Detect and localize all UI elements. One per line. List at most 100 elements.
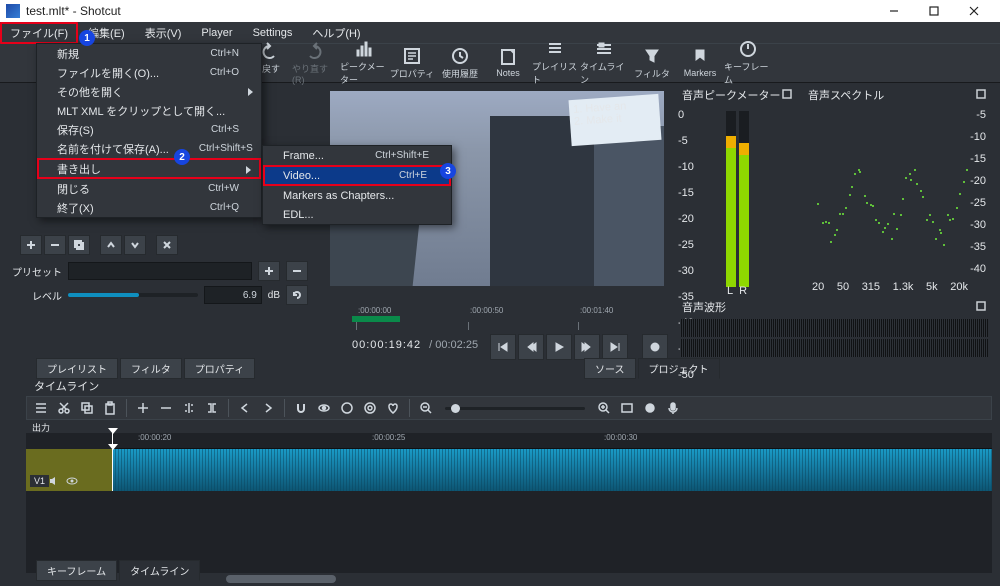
marker-button[interactable]: Markers [676, 43, 724, 83]
filter-button[interactable]: フィルタ [628, 43, 676, 83]
close-icon[interactable] [782, 89, 792, 102]
notes-button[interactable]: Notes [484, 43, 532, 83]
close-icon[interactable] [976, 89, 986, 102]
menu-item[interactable]: 名前を付けて保存(A)...Ctrl+Shift+S [37, 139, 261, 158]
copy-button[interactable] [68, 235, 90, 255]
track-header[interactable]: V1 [26, 449, 112, 491]
circ2-tool[interactable] [360, 398, 380, 418]
zout-tool[interactable] [416, 398, 436, 418]
preview-ruler[interactable]: :00:00:00 :00:00:50 :00:01:40 [352, 306, 672, 330]
menu-tool[interactable] [31, 398, 51, 418]
timeline-toolbar [26, 396, 992, 420]
level-reset-button[interactable] [286, 285, 308, 305]
close-icon[interactable] [976, 301, 986, 314]
menubar: ファイル(F) 編集(E) 表示(V) Player Settings ヘルプ(… [0, 22, 1000, 43]
loop-button[interactable] [642, 334, 668, 360]
level-slider[interactable] [68, 293, 198, 297]
menu-item[interactable]: 書き出し [37, 158, 261, 179]
app-icon [6, 4, 20, 18]
skip-start-button[interactable] [490, 334, 516, 360]
callout-3: 3 [440, 163, 456, 179]
menu-view[interactable]: 表示(V) [135, 22, 192, 44]
zfit-tool[interactable] [617, 398, 637, 418]
timeline-button[interactable]: タイムライン [580, 43, 628, 83]
menu-item[interactable]: 保存(S)Ctrl+S [37, 120, 261, 139]
menu-item[interactable]: Video...Ctrl+E [263, 165, 451, 186]
prev-frame-button[interactable] [518, 334, 544, 360]
timeline-ruler[interactable]: :00:00:20 :00:00:25 :00:00:30 [112, 433, 992, 449]
waveform-panel: 音声波形 [676, 297, 992, 355]
menu-settings[interactable]: Settings [243, 24, 303, 42]
menu-item[interactable]: ファイルを開く(O)...Ctrl+O [37, 63, 261, 82]
merge-tool[interactable] [202, 398, 222, 418]
circ-tool[interactable] [337, 398, 357, 418]
magnet-tool[interactable] [291, 398, 311, 418]
menu-item[interactable]: Markers as Chapters... [263, 186, 451, 205]
timecode-display: 00:00:19:42 / 00:02:25 [352, 339, 478, 351]
callout-1: 1 [79, 30, 95, 46]
down-button[interactable] [124, 235, 146, 255]
next-frame-button[interactable] [574, 334, 600, 360]
timeline-panel: タイムライン 出力 :00:00:20 :00:00:25 :00:00:30 … [26, 376, 992, 586]
remove-button[interactable] [44, 235, 66, 255]
timeline-track: V1 [26, 449, 992, 491]
level-value[interactable]: 6.9 [204, 286, 262, 304]
prev-tool[interactable] [235, 398, 255, 418]
titlebar: test.mlt* - Shotcut [0, 0, 1000, 22]
window-title: test.mlt* - Shotcut [26, 4, 874, 18]
zin-tool[interactable] [594, 398, 614, 418]
callout-2: 2 [174, 149, 190, 165]
redo-button[interactable]: やり直す(R) [292, 43, 340, 83]
menu-item[interactable]: EDL... [263, 205, 451, 224]
next-tool[interactable] [258, 398, 278, 418]
up-button[interactable] [100, 235, 122, 255]
waveform-r [680, 339, 988, 357]
deselect-button[interactable] [156, 235, 178, 255]
keyframe-button[interactable]: キーフレーム [724, 43, 772, 83]
play-button[interactable] [546, 334, 572, 360]
menu-player[interactable]: Player [191, 24, 242, 42]
split-tool[interactable] [179, 398, 199, 418]
plus-tool[interactable] [133, 398, 153, 418]
clip-area[interactable] [112, 449, 992, 491]
playlist-button[interactable]: プレイリスト [532, 43, 580, 83]
menu-file[interactable]: ファイル(F) [0, 22, 78, 44]
zoom-slider[interactable] [445, 407, 585, 410]
mute-icon[interactable] [48, 475, 60, 487]
paste-tool[interactable] [100, 398, 120, 418]
heart-tool[interactable] [383, 398, 403, 418]
cut-tool[interactable] [54, 398, 74, 418]
playhead[interactable] [112, 449, 113, 491]
menu-item[interactable]: 終了(X)Ctrl+Q [37, 198, 261, 217]
minus-tool[interactable] [156, 398, 176, 418]
preset-select[interactable] [68, 262, 252, 280]
transport-controls [490, 334, 668, 360]
preset-add-button[interactable] [258, 261, 280, 281]
total-duration: / 00:02:25 [429, 339, 478, 351]
menu-item[interactable]: 閉じるCtrl+W [37, 179, 261, 198]
props-button[interactable]: プロパティ [388, 43, 436, 83]
menu-item[interactable]: MLT XML をクリップとして開く... [37, 101, 261, 120]
history-button[interactable]: 使用履歴 [436, 43, 484, 83]
skip-end-button[interactable] [602, 334, 628, 360]
menu-item[interactable]: Frame...Ctrl+Shift+E [263, 146, 451, 165]
preset-remove-button[interactable] [286, 261, 308, 281]
level-label: レベル [8, 288, 62, 303]
output-label: 出力 [26, 420, 992, 433]
rec-tool[interactable] [640, 398, 660, 418]
peak-meter-panel: 音声ピークメーター 0-5-10-15-20-25-30-35-40-45-50… [676, 85, 798, 295]
current-time[interactable]: 00:00:19:42 [352, 339, 421, 351]
eye-icon[interactable] [66, 475, 78, 487]
minimize-button[interactable] [874, 0, 914, 22]
mic-tool[interactable] [663, 398, 683, 418]
bars-button[interactable]: ピークメーター [340, 43, 388, 83]
copy-tool[interactable] [77, 398, 97, 418]
maximize-button[interactable] [914, 0, 954, 22]
menu-item[interactable]: その他を開く [37, 82, 261, 101]
add-button[interactable] [20, 235, 42, 255]
close-button[interactable] [954, 0, 994, 22]
menu-item[interactable]: 新規Ctrl+N [37, 44, 261, 63]
eye-tool[interactable] [314, 398, 334, 418]
file-menu: 新規Ctrl+Nファイルを開く(O)...Ctrl+Oその他を開くMLT XML… [36, 43, 262, 218]
billboard: 1. Have an 2. Make it [569, 94, 662, 146]
